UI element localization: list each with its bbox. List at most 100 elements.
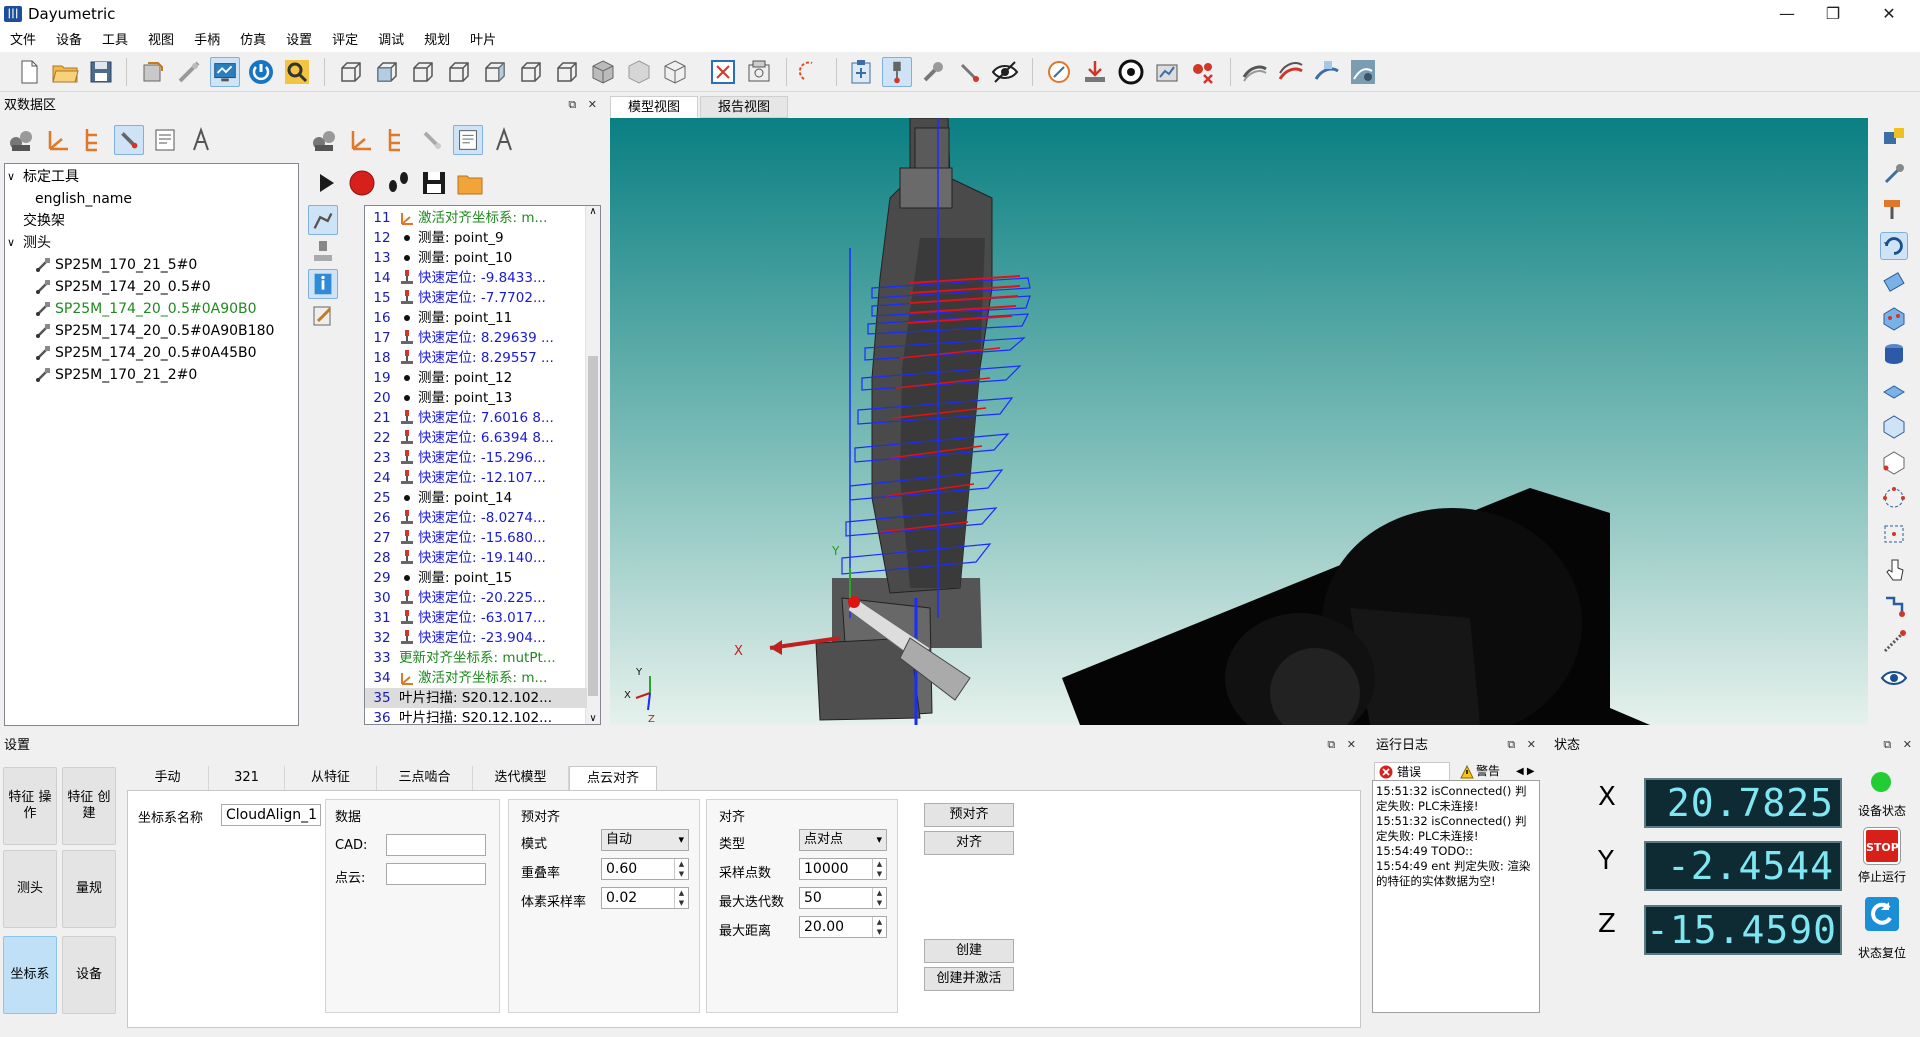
connect-icon[interactable] — [174, 57, 204, 87]
menu-file[interactable]: 文件 — [0, 30, 46, 52]
menu-simulation[interactable]: 仿真 — [230, 30, 276, 52]
overlap-spinbox[interactable]: 0.60 ▲ ▼ — [601, 858, 689, 880]
log-panel-buttons[interactable]: ⧉ ✕ — [1507, 738, 1540, 752]
log-text-area[interactable]: 15:51:32 isConnected() 判定失败: PLC未连接! 15:… — [1372, 780, 1540, 1013]
side-coordinate-button[interactable]: 坐标系 — [3, 936, 57, 1014]
program-list[interactable]: ∧ ∨ 11 激活对齐坐标系: m... 12 测量: point_9 13 测量: po… — [364, 205, 601, 725]
tab-manual[interactable]: 手动 — [127, 766, 209, 790]
cube-views-icon[interactable] — [1880, 124, 1908, 152]
probe-path-icon[interactable] — [1880, 592, 1908, 620]
minimize-button[interactable]: — — [1764, 0, 1810, 30]
wrench-icon[interactable] — [918, 57, 948, 87]
program-row[interactable]: 26 快速定位: -8.0274... — [365, 508, 587, 528]
paint-roller-icon[interactable] — [1880, 196, 1908, 224]
expand-chevron-icon[interactable]: ∨ — [7, 166, 15, 188]
create-button[interactable]: 创建 — [924, 939, 1014, 963]
open-program-icon[interactable] — [455, 168, 485, 198]
tab-iterative-model[interactable]: 迭代模型 — [473, 766, 569, 790]
program-row[interactable]: 23 快速定位: -15.296... — [365, 448, 587, 468]
program-row[interactable]: 24 快速定位: -12.107... — [365, 468, 587, 488]
edit-note-icon[interactable] — [308, 301, 338, 331]
program-row[interactable]: 22 快速定位: 6.6394 8... — [365, 428, 587, 448]
tool-wrench-icon[interactable] — [1880, 160, 1908, 188]
program-row[interactable]: 32 快速定位: -23.904... — [365, 628, 587, 648]
panel-float-close-buttons[interactable]: ⧉ ✕ — [568, 98, 601, 112]
program-row[interactable]: 17 快速定位: 8.29639 ... — [365, 328, 587, 348]
tab-three-point[interactable]: 三点啮合 — [377, 766, 473, 790]
program-row[interactable]: 30 快速定位: -20.225... — [365, 588, 587, 608]
box-point-icon[interactable] — [1880, 448, 1908, 476]
point-cloud-input[interactable] — [386, 863, 486, 885]
create-activate-button[interactable]: 创建并激活 — [924, 967, 1014, 991]
menu-debug[interactable]: 调试 — [368, 30, 414, 52]
wireframe-cube-icon[interactable] — [660, 57, 690, 87]
power-icon[interactable] — [246, 57, 276, 87]
info-icon[interactable] — [308, 269, 338, 299]
remove-points-icon[interactable] — [1188, 57, 1218, 87]
settings-panel-buttons[interactable]: ⧉ ✕ — [1327, 738, 1360, 752]
play-icon[interactable] — [311, 168, 341, 198]
program-row[interactable]: 33 更新对齐坐标系: mutPt... — [365, 648, 587, 668]
iterations-spinbox[interactable]: 50 ▲ ▼ — [799, 887, 887, 909]
record-icon[interactable] — [347, 168, 377, 198]
rotate-dashed-icon[interactable] — [796, 57, 826, 87]
screenshot-icon[interactable] — [744, 57, 774, 87]
pan-view-icon[interactable] — [1880, 268, 1908, 296]
measure-line-icon[interactable] — [1880, 628, 1908, 656]
view-front-icon[interactable] — [372, 57, 402, 87]
mode-select[interactable]: 自动 — [601, 829, 689, 851]
solid-cube-icon[interactable] — [624, 57, 654, 87]
side-probe-button[interactable]: 测头 — [3, 850, 57, 928]
side-feature-create-button[interactable]: 特征 创建 — [62, 767, 116, 845]
program-row[interactable]: 28 快速定位: -19.140... — [365, 548, 587, 568]
expand-chevron-icon[interactable]: ∨ — [7, 232, 15, 254]
box-icon[interactable] — [1880, 412, 1908, 440]
plane-icon[interactable] — [1880, 376, 1908, 404]
open-folder-icon[interactable] — [50, 57, 80, 87]
blade-section-icon[interactable] — [1240, 57, 1270, 87]
coordinate-system-icon[interactable] — [42, 125, 72, 155]
max-distance-spinbox[interactable]: 20.00 ▲ ▼ — [799, 916, 887, 938]
caliper-icon[interactable] — [186, 125, 216, 155]
menu-blade[interactable]: 叶片 — [460, 30, 506, 52]
probe-head-icon[interactable] — [308, 237, 338, 267]
samples-spinbox[interactable]: 10000 ▲ ▼ — [799, 858, 887, 880]
view-left-icon[interactable] — [444, 57, 474, 87]
tab-321[interactable]: 321 — [209, 766, 285, 790]
search-icon[interactable] — [282, 57, 312, 87]
probe-tool-icon[interactable] — [882, 57, 912, 87]
program-row[interactable]: 15 快速定位: -7.7702... — [365, 288, 587, 308]
stop-run-button[interactable]: STOP — [1864, 828, 1900, 864]
target-icon[interactable] — [1116, 57, 1146, 87]
cad-input[interactable] — [386, 834, 486, 856]
caliper-icon[interactable] — [489, 125, 519, 155]
tab-report-view[interactable]: 报告视图 — [700, 96, 788, 118]
program-row[interactable]: 20 测量: point_13 — [365, 388, 587, 408]
menu-view[interactable]: 视图 — [138, 30, 184, 52]
type-select[interactable]: 点对点 — [799, 829, 887, 851]
blade-scan-icon[interactable] — [1276, 57, 1306, 87]
program-row[interactable]: 13 测量: point_10 — [365, 248, 587, 268]
menu-tools[interactable]: 工具 — [92, 30, 138, 52]
program-row[interactable]: 34 激活对齐坐标系: m... — [365, 668, 587, 688]
arm-icon[interactable] — [308, 205, 338, 235]
view-right-icon[interactable] — [480, 57, 510, 87]
export-icon[interactable] — [138, 57, 168, 87]
stylus-icon[interactable] — [954, 57, 984, 87]
menu-device[interactable]: 设备 — [46, 30, 92, 52]
clipboard-icon[interactable] — [846, 57, 876, 87]
probe-calibrate-icon[interactable] — [1044, 57, 1074, 87]
tree-structure-icon[interactable] — [381, 125, 411, 155]
program-scrollbar[interactable]: ∧ ∨ — [585, 206, 600, 724]
visibility-eye-icon[interactable] — [990, 57, 1020, 87]
cylinder-icon[interactable] — [1880, 340, 1908, 368]
menu-plan[interactable]: 规划 — [414, 30, 460, 52]
menu-handle[interactable]: 手柄 — [184, 30, 230, 52]
program-row[interactable]: 16 测量: point_11 — [365, 308, 587, 328]
new-file-icon[interactable] — [14, 57, 44, 87]
side-gauge-button[interactable]: 量规 — [62, 850, 116, 928]
probe-list-icon[interactable] — [417, 125, 447, 155]
side-feature-ops-button[interactable]: 特征 操作 — [3, 767, 57, 845]
report-list-icon[interactable] — [453, 125, 483, 155]
blade-settings-icon[interactable] — [1348, 57, 1378, 87]
